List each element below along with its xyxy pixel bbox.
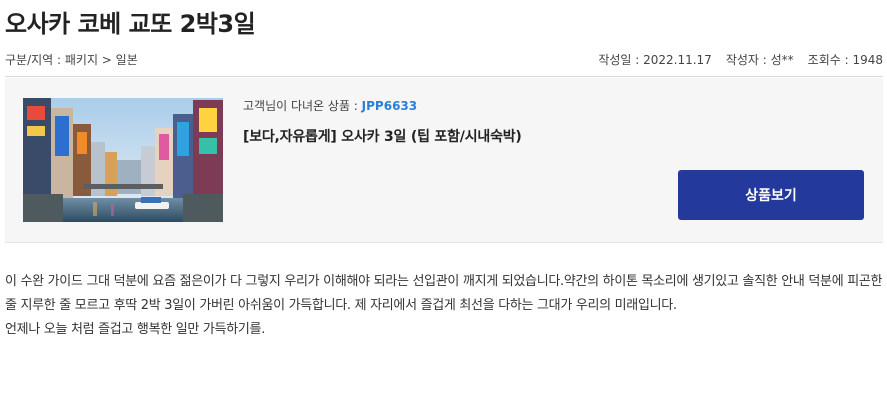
product-meta-label: 고객님이 다녀온 상품 : — [243, 99, 362, 113]
review-page: 오사카 코베 교또 2박3일 구분/지역 : 패키지 > 일본 작성일 : 20… — [0, 0, 887, 406]
view-product-button[interactable]: 상품보기 — [678, 170, 864, 220]
review-paragraph: 언제나 오늘 처럼 즐겁고 행복한 일만 가득하기를. — [5, 322, 266, 337]
review-paragraph: 이 수완 가이드 그대 덕분에 요즘 젊은이가 다 그렇지 우리가 이해해야 되… — [5, 274, 883, 313]
post-date: 작성일 : 2022.11.17 — [598, 53, 712, 67]
product-card: 고객님이 다녀온 상품 : JPP6633 [보다,자유롭게] 오사카 3일 (… — [5, 78, 883, 243]
product-code[interactable]: JPP6633 — [362, 99, 417, 113]
product-thumbnail[interactable] — [23, 98, 223, 222]
review-content: 이 수완 가이드 그대 덕분에 요즘 젊은이가 다 그렇지 우리가 이해해야 되… — [5, 270, 883, 342]
product-info: 고객님이 다녀온 상품 : JPP6633 [보다,자유롭게] 오사카 3일 (… — [243, 97, 522, 146]
post-category: 구분/지역 : 패키지 > 일본 — [5, 53, 138, 67]
post-author: 작성자 : 성** — [725, 53, 794, 67]
post-views: 조회수 : 1948 — [807, 53, 883, 67]
post-meta: 작성일 : 2022.11.17 작성자 : 성** 조회수 : 1948 — [598, 51, 883, 68]
post-title: 오사카 코베 교또 2박3일 — [5, 10, 256, 38]
product-name[interactable]: [보다,자유롭게] 오사카 3일 (팁 포함/시내숙박) — [243, 126, 522, 146]
product-meta: 고객님이 다녀온 상품 : JPP6633 — [243, 97, 522, 114]
header-divider — [5, 76, 883, 77]
osaka-canal-image — [23, 98, 223, 222]
